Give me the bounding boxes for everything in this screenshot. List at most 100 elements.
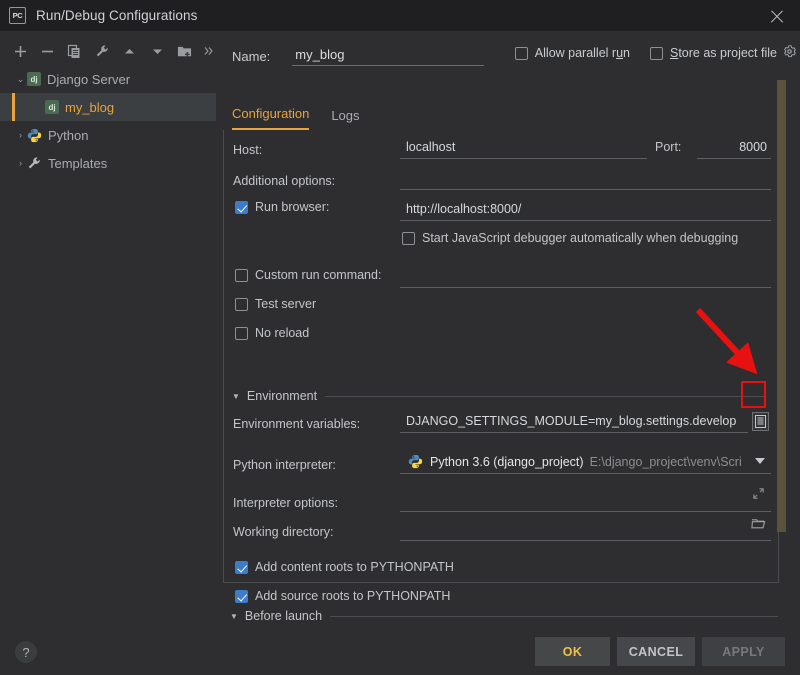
environment-group-header[interactable]: ▼ Environment — [232, 389, 772, 403]
allow-parallel-run-checkbox[interactable]: Allow parallel run — [514, 46, 630, 60]
chevron-right-icon[interactable]: › — [14, 130, 27, 140]
test-server-checkbox[interactable]: Test server — [235, 297, 316, 311]
copy-configuration-button[interactable] — [66, 40, 84, 62]
allow-parallel-run-label: Allow parallel run — [534, 46, 630, 60]
tree-item-templates[interactable]: › Templates — [0, 149, 216, 177]
environment-group-label: Environment — [246, 389, 318, 403]
move-up-button[interactable] — [121, 40, 139, 62]
test-server-label: Test server — [255, 297, 317, 311]
additional-options-label: Additional options: — [233, 174, 336, 188]
run-debug-configurations-dialog: PC Run/Debug Configurations ⌄ dj Django … — [0, 0, 800, 675]
checkbox-box[interactable] — [514, 46, 528, 60]
tree-item-python[interactable]: › Python — [0, 121, 216, 149]
host-label: Host: — [233, 143, 263, 157]
checkbox-box[interactable] — [649, 46, 663, 60]
edit-templates-wrench-icon[interactable] — [93, 40, 111, 62]
store-as-project-file-label: Store as project file — [669, 46, 777, 60]
python-icon — [408, 454, 423, 469]
tree-item-my-blog[interactable]: dj my_blog — [0, 93, 216, 121]
tab-configuration[interactable]: Configuration — [232, 106, 310, 130]
working-directory-label: Working directory: — [233, 525, 334, 539]
env-vars-label: Environment variables: — [233, 417, 361, 431]
add-configuration-button[interactable] — [11, 40, 29, 62]
interpreter-options-label: Interpreter options: — [233, 496, 338, 510]
custom-run-command-checkbox[interactable]: Custom run command: — [235, 268, 381, 282]
tab-logs[interactable]: Logs — [331, 108, 359, 130]
additional-options-row: Additional options: — [233, 170, 335, 192]
interpreter-path: E:\django_project\venv\Scri — [589, 454, 742, 469]
sidebar-toolbar — [0, 36, 216, 66]
checkbox-box[interactable] — [235, 297, 248, 311]
ok-button[interactable]: OK — [535, 637, 610, 666]
interpreter-options-input[interactable] — [400, 489, 771, 512]
interpreter-row: Python interpreter: — [233, 454, 336, 476]
name-label: Name: — [232, 48, 271, 64]
env-vars-editor-button[interactable] — [752, 412, 769, 431]
move-down-button[interactable] — [148, 40, 166, 62]
apply-button[interactable]: APPLY — [702, 637, 785, 666]
add-content-roots-checkbox[interactable]: Add content roots to PYTHONPATH — [235, 560, 454, 574]
working-directory-row: Working directory: — [233, 521, 334, 543]
more-options-button[interactable] — [203, 40, 216, 62]
interpreter-label: Python interpreter: — [233, 458, 336, 472]
triangle-down-icon[interactable]: ▼ — [232, 392, 240, 401]
group-separator — [325, 395, 766, 397]
chevron-down-icon[interactable]: ⌄ — [14, 74, 27, 85]
add-content-roots-label: Add content roots to PYTHONPATH — [255, 560, 454, 574]
add-source-roots-checkbox[interactable]: Add source roots to PYTHONPATH — [235, 589, 450, 603]
checkbox-box[interactable] — [235, 268, 248, 282]
python-interpreter-select[interactable]: Python 3.6 (django_project) E:\django_pr… — [400, 450, 771, 474]
configuration-editor-pane: Name: my_blog Allow parallel run Store a… — [216, 31, 800, 603]
run-browser-label: Run browser: — [255, 200, 330, 214]
top-checkboxes: Allow parallel run Store as project file — [514, 45, 796, 61]
start-js-debugger-label: Start JavaScript debugger automatically … — [422, 231, 739, 245]
vertical-scrollbar[interactable] — [777, 80, 786, 532]
before-launch-section[interactable]: ▼ Before launch — [230, 609, 778, 623]
group-separator — [330, 615, 778, 617]
help-button[interactable]: ? — [15, 641, 37, 663]
close-icon[interactable] — [768, 7, 786, 25]
folder-browse-icon[interactable] — [751, 517, 766, 534]
gear-icon[interactable] — [783, 45, 796, 61]
env-vars-row: Environment variables: — [233, 413, 360, 435]
name-input[interactable]: my_blog — [292, 46, 485, 66]
checkbox-box[interactable] — [235, 560, 248, 574]
chevron-right-icon[interactable]: › — [14, 158, 27, 168]
additional-options-input[interactable] — [400, 167, 771, 190]
tree-item-label: Django Server — [47, 71, 131, 87]
no-reload-label: No reload — [255, 326, 310, 340]
tree-item-label: Python — [48, 127, 89, 143]
expand-icon[interactable] — [752, 487, 765, 503]
configurations-sidebar: ⌄ dj Django Server dj my_blog › Python ›… — [0, 31, 216, 591]
no-reload-checkbox[interactable]: No reload — [235, 326, 309, 340]
tree-item-label: Templates — [48, 155, 108, 171]
chevron-down-icon[interactable] — [755, 458, 765, 464]
run-browser-checkbox[interactable]: Run browser: — [235, 200, 329, 214]
editor-tabs: Configuration Logs — [232, 99, 360, 130]
tree-item-label: my_blog — [65, 99, 115, 115]
create-folder-button[interactable] — [175, 40, 193, 62]
host-row: Host: — [233, 139, 262, 161]
checkbox-box[interactable] — [402, 231, 415, 245]
remove-configuration-button[interactable] — [38, 40, 56, 62]
store-as-project-file-checkbox[interactable]: Store as project file — [649, 45, 796, 61]
checkbox-box[interactable] — [235, 589, 248, 603]
custom-run-command-input[interactable] — [400, 265, 771, 288]
window-title: Run/Debug Configurations — [36, 8, 198, 23]
port-input[interactable]: 8000 — [697, 136, 771, 159]
start-js-debugger-checkbox[interactable]: Start JavaScript debugger automatically … — [402, 231, 738, 245]
working-directory-input[interactable] — [400, 518, 771, 541]
checkbox-box[interactable] — [235, 326, 248, 340]
triangle-down-icon[interactable]: ▼ — [230, 612, 238, 621]
tree-item-django-server[interactable]: ⌄ dj Django Server — [0, 65, 216, 93]
host-input[interactable]: localhost — [400, 136, 647, 159]
add-source-roots-label: Add source roots to PYTHONPATH — [255, 589, 451, 603]
configurations-tree: ⌄ dj Django Server dj my_blog › Python ›… — [0, 65, 216, 177]
port-label: Port: — [655, 140, 682, 154]
title-bar: PC Run/Debug Configurations — [0, 0, 800, 31]
env-vars-input[interactable]: DJANGO_SETTINGS_MODULE=my_blog.settings.… — [400, 410, 748, 433]
run-browser-url-input[interactable]: http://localhost:8000/ — [400, 198, 771, 221]
checkbox-box[interactable] — [235, 200, 248, 214]
cancel-button[interactable]: CANCEL — [617, 637, 695, 666]
python-icon — [27, 128, 42, 143]
